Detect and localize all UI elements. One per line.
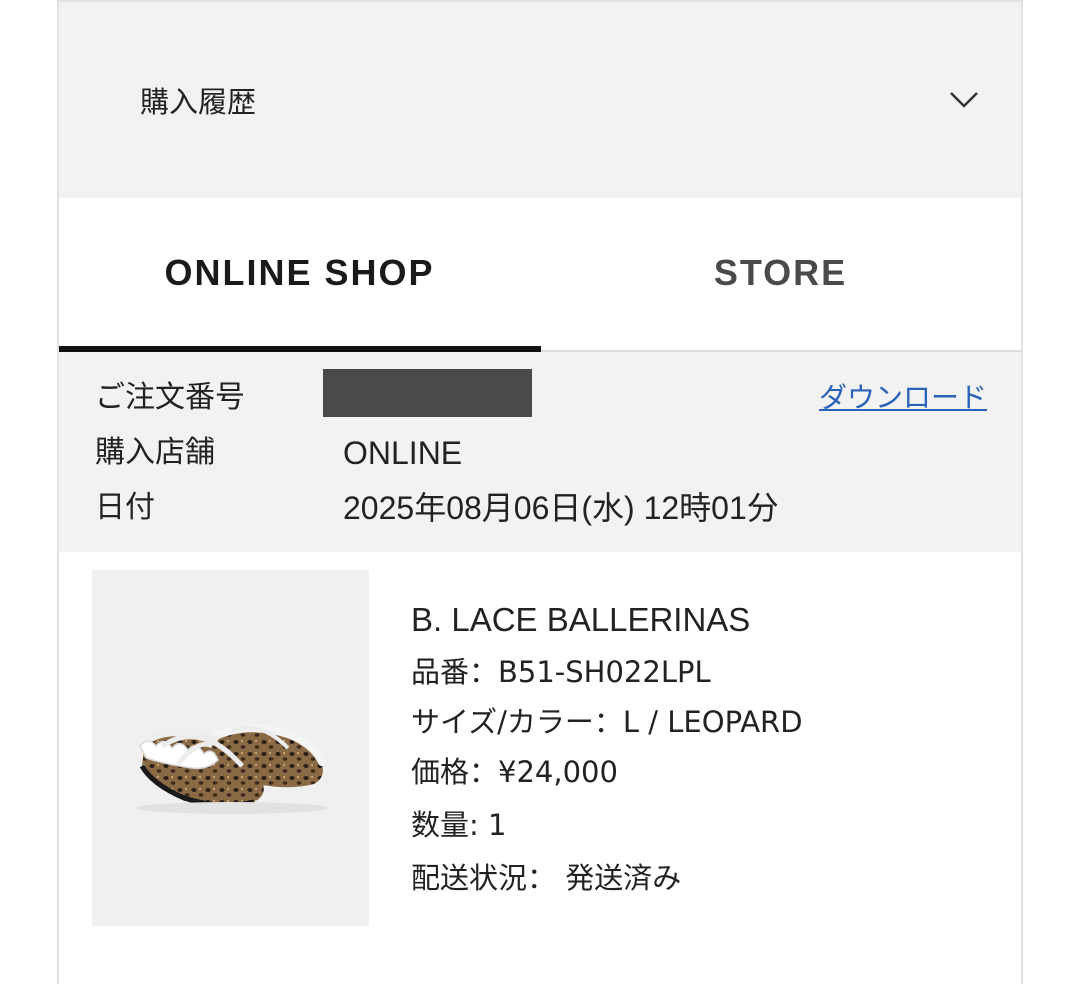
store-label: 購入店舗	[95, 435, 215, 470]
product-name[interactable]: B. LACE BALLERINAS	[411, 600, 750, 640]
order-info: ご注文番号 ダウンロード 購入店舗 ONLINE 日付 2025年08月06日(…	[59, 352, 1021, 552]
purchase-history-accordion[interactable]: 購入履歴	[59, 0, 1021, 198]
chevron-down-icon[interactable]	[949, 90, 979, 110]
date-label: 日付	[95, 490, 155, 525]
purchase-history-panel: 購入履歴 ONLINE SHOP STORE ご注文番号 ダウンロード 購入店舗…	[57, 0, 1023, 984]
product-size-color: サイズ/カラー：L / LEOPARD	[411, 705, 803, 739]
tab-store-label: STORE	[713, 252, 848, 293]
product-image[interactable]	[92, 570, 369, 926]
store-value: ONLINE	[343, 435, 463, 471]
shop-tabs: ONLINE SHOP STORE	[59, 198, 1021, 352]
product-price: 価格：¥24,000	[411, 755, 618, 789]
accordion-title: 購入履歴	[140, 85, 257, 119]
date-value: 2025年08月06日(水) 12時01分	[343, 490, 779, 526]
tab-online-shop-label: ONLINE SHOP	[164, 252, 435, 293]
ballerina-shoe-image	[136, 724, 328, 814]
shipping-status: 配送状況： 発送済み	[411, 861, 682, 895]
tab-online-shop[interactable]: ONLINE SHOP	[59, 198, 540, 352]
product-item-number: 品番：B51-SH022LPL	[411, 655, 711, 689]
product-item: B. LACE BALLERINAS 品番：B51-SH022LPL サイズ/カ…	[59, 552, 1021, 984]
download-link[interactable]: ダウンロード	[819, 378, 987, 418]
order-number-label: ご注文番号	[95, 380, 245, 415]
tab-store[interactable]: STORE	[540, 198, 1021, 352]
product-quantity: 数量: 1	[411, 808, 507, 842]
order-number-redacted	[323, 369, 532, 417]
